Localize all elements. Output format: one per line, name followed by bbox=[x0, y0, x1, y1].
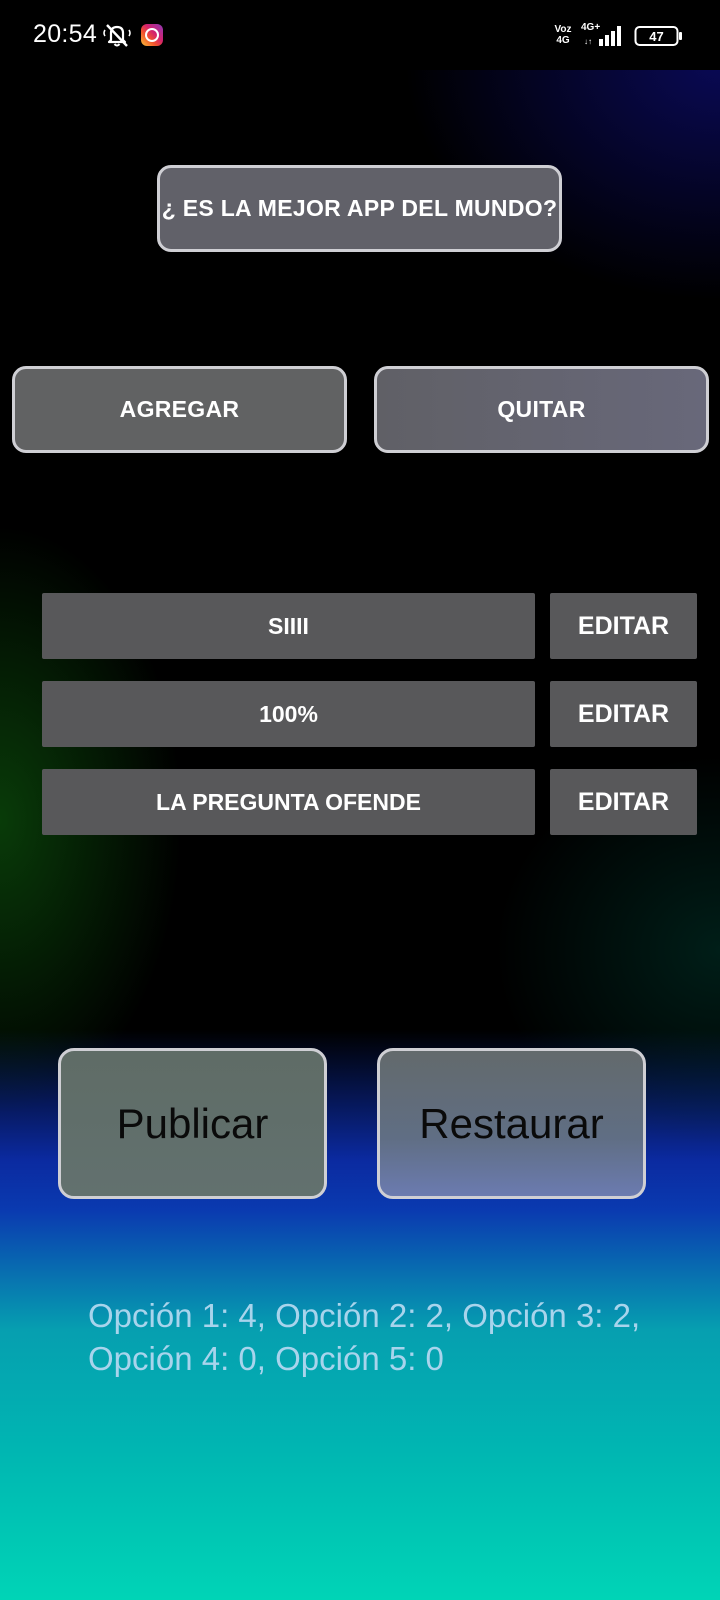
restore-button[interactable]: Restaurar bbox=[377, 1048, 646, 1199]
option-row: SIIII EDITAR bbox=[42, 593, 698, 659]
option-label[interactable]: 100% bbox=[42, 681, 535, 747]
option-row: LA PREGUNTA OFENDE EDITAR bbox=[42, 769, 698, 835]
option-label[interactable]: SIIII bbox=[42, 593, 535, 659]
edit-option-button[interactable]: EDITAR bbox=[550, 769, 697, 835]
option-label[interactable]: LA PREGUNTA OFENDE bbox=[42, 769, 535, 835]
edit-option-button[interactable]: EDITAR bbox=[550, 681, 697, 747]
edit-option-button[interactable]: EDITAR bbox=[550, 593, 697, 659]
results-text: Opción 1: 4, Opción 2: 2, Opción 3: 2, O… bbox=[88, 1297, 641, 1377]
publish-button[interactable]: Publicar bbox=[58, 1048, 327, 1199]
add-option-button[interactable]: AGREGAR bbox=[12, 366, 347, 453]
option-row: 100% EDITAR bbox=[42, 681, 698, 747]
remove-option-button[interactable]: QUITAR bbox=[374, 366, 709, 453]
poll-editor: ¿ ES LA MEJOR APP DEL MUNDO? AGREGAR QUI… bbox=[0, 0, 720, 1600]
question-button[interactable]: ¿ ES LA MEJOR APP DEL MUNDO? bbox=[157, 165, 562, 252]
